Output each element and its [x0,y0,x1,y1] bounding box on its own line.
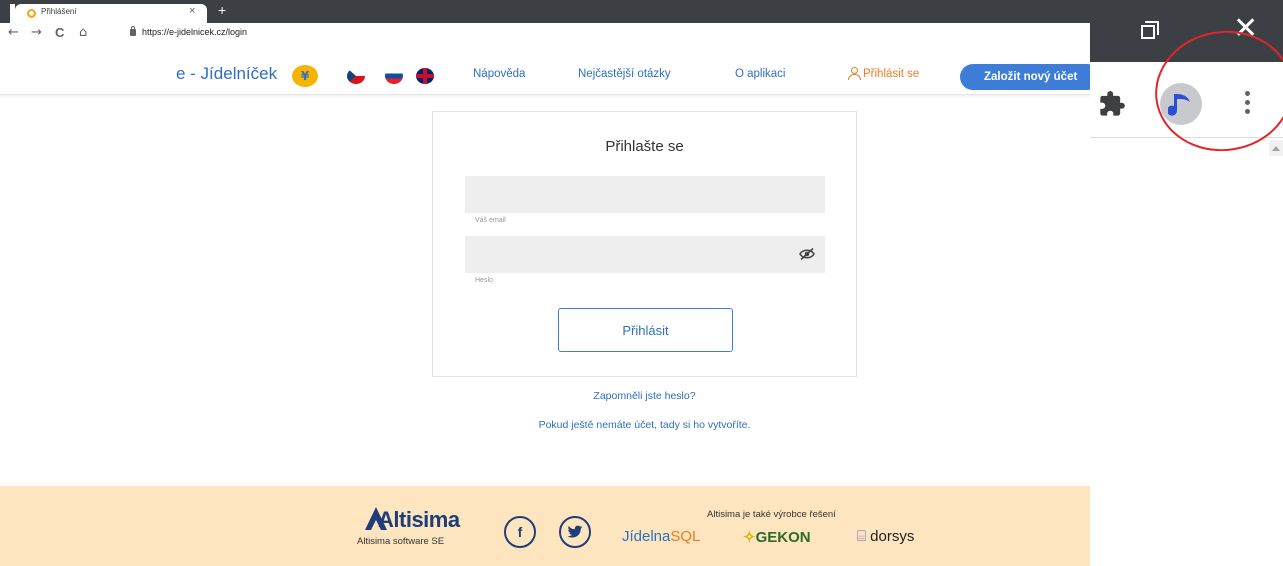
email-label: Váš email [475,217,506,224]
back-icon[interactable]: ← [8,25,19,40]
login-submit-button[interactable]: Přihlásit [558,308,733,352]
password-label: Heslo [475,277,493,284]
gekon-leaf-icon: ✧ [743,529,756,546]
forward-icon[interactable]: → [31,25,42,40]
restore-window-icon[interactable] [1141,21,1159,39]
site-logo[interactable]: e - Jídelníček [176,64,277,84]
password-input[interactable] [465,236,825,273]
tab-strip: ● Přihlášení × + [0,0,1090,23]
tab-login[interactable]: ● Přihlášení × [15,4,207,23]
facebook-icon[interactable]: f [504,516,536,548]
czech-flag-icon[interactable] [347,68,365,84]
forgot-password-link[interactable]: Zapomněli jste heslo? [432,390,857,402]
login-card: Přihlašte se Váš email Heslo Přihlásit [432,111,857,377]
cutlery-icon: ¥ [292,65,318,87]
login-title: Přihlašte se [605,138,684,155]
partner-gekon[interactable]: ✧GEKON [743,528,811,546]
scroll-up-arrow-icon[interactable] [1269,140,1283,156]
partner-jidelna-part: Jídelna [622,528,671,545]
slovak-flag-icon[interactable] [385,68,403,84]
partner-jidelnasql[interactable]: JídelnaSQL [622,528,700,545]
twitter-icon[interactable] [559,516,591,548]
twitter-bird-icon [567,525,583,538]
person-icon [848,67,861,80]
lock-icon[interactable] [130,26,136,36]
login-link-label: Přihlásit se [863,68,920,80]
new-tab-button[interactable]: + [218,3,226,17]
site-header: e - Jídelníček ¥ Nápověda Nejčastější ot… [0,57,1100,95]
altisima-subtitle: Altisima software SE [357,536,445,547]
register-link[interactable]: Pokud ještě nemáte účet, tady si ho vytv… [432,419,857,431]
site-favicon-icon: ● [27,9,36,18]
tab-close-icon[interactable]: × [189,5,195,17]
nav-about[interactable]: O aplikaci [735,68,786,80]
address-bar[interactable]: https://e-jidelnicek.cz/login [142,27,247,37]
partner-note: Altisima je také výrobce řešení [707,509,836,520]
home-icon[interactable]: ⌂ [79,25,87,40]
extensions-puzzle-icon[interactable] [1098,90,1126,118]
password-field[interactable] [465,236,825,273]
english-flag-icon[interactable] [416,68,434,84]
eye-slash-icon[interactable] [799,247,815,261]
partner-sql-part: SQL [670,528,701,545]
partner-dorsys[interactable]: ⌸ dorsys [857,528,914,545]
altisima-brand: Altisima [378,507,460,532]
email-input[interactable] [465,176,825,213]
reload-icon[interactable]: C [55,25,64,40]
partner-gekon-label: GEKON [755,529,811,546]
nav-help[interactable]: Nápověda [473,68,525,80]
signup-button[interactable]: Založit nový účet [960,64,1100,90]
nav-faq[interactable]: Nejčastější otázky [578,68,671,80]
partner-dorsys-label: dorsys [870,528,915,545]
login-link[interactable]: Přihlásit se [848,67,919,80]
dorsys-logo-icon: ⌸ [857,528,871,545]
browser-toolbar: ← → C ⌂ https://e-jidelnicek.cz/login [0,23,1090,57]
email-field[interactable] [465,176,825,213]
tab-title: Přihlášení [41,7,77,16]
